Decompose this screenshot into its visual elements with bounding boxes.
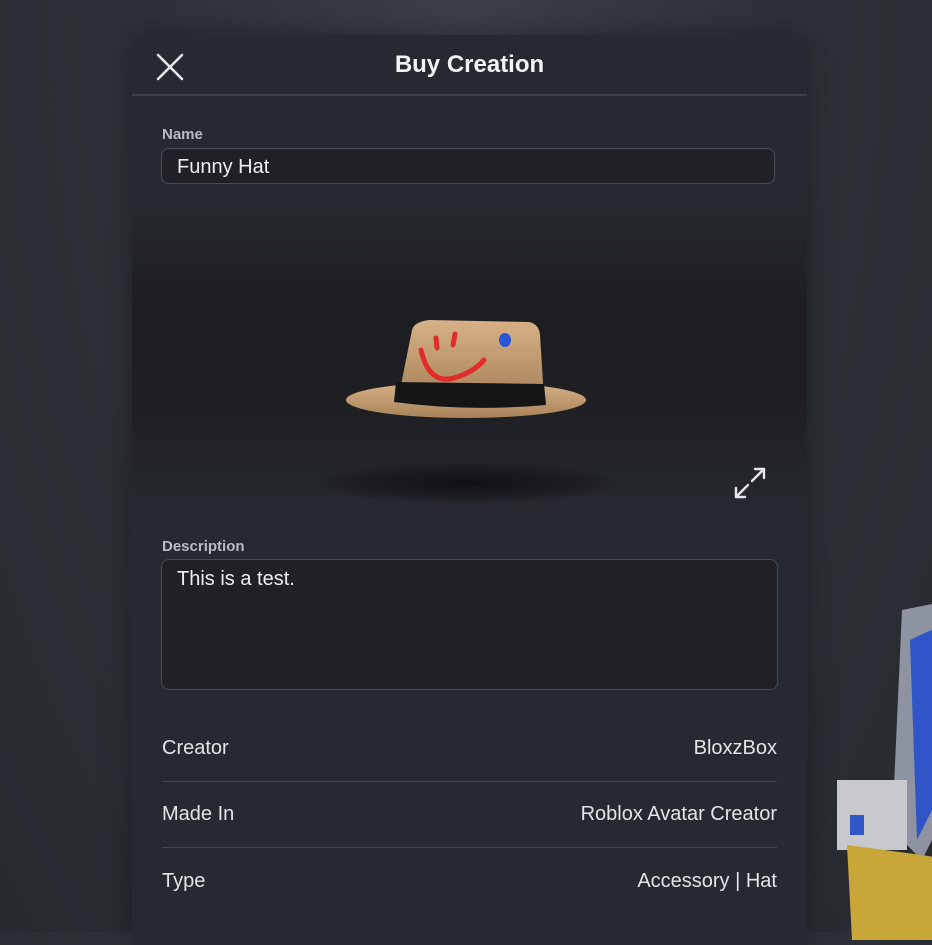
- item-preview: [132, 195, 807, 515]
- name-input[interactable]: Funny Hat: [161, 148, 775, 184]
- detail-row-made-in: Made In Roblox Avatar Creator: [162, 781, 777, 848]
- detail-label: Creator: [162, 736, 229, 759]
- description-label: Description: [162, 538, 245, 555]
- detail-value: Accessory | Hat: [637, 869, 777, 892]
- detail-value: BloxzBox: [693, 736, 777, 759]
- expand-icon: [734, 467, 766, 499]
- detail-row-type: Type Accessory | Hat: [162, 848, 777, 914]
- expand-preview-button[interactable]: [732, 465, 768, 501]
- buy-creation-dialog: Buy Creation Name Funny Hat Description …: [132, 35, 807, 945]
- name-label: Name: [162, 126, 203, 143]
- detail-row-creator: Creator BloxzBox: [162, 715, 777, 782]
- detail-label: Type: [162, 869, 206, 892]
- description-input[interactable]: This is a test.: [161, 559, 778, 690]
- detail-label: Made In: [162, 802, 235, 825]
- hat-shadow: [317, 463, 617, 503]
- detail-value: Roblox Avatar Creator: [580, 802, 777, 825]
- dialog-header: Buy Creation: [132, 35, 807, 96]
- dialog-title: Buy Creation: [394, 51, 545, 78]
- hat-image: [346, 320, 586, 418]
- background-avatar-shape: [837, 604, 932, 940]
